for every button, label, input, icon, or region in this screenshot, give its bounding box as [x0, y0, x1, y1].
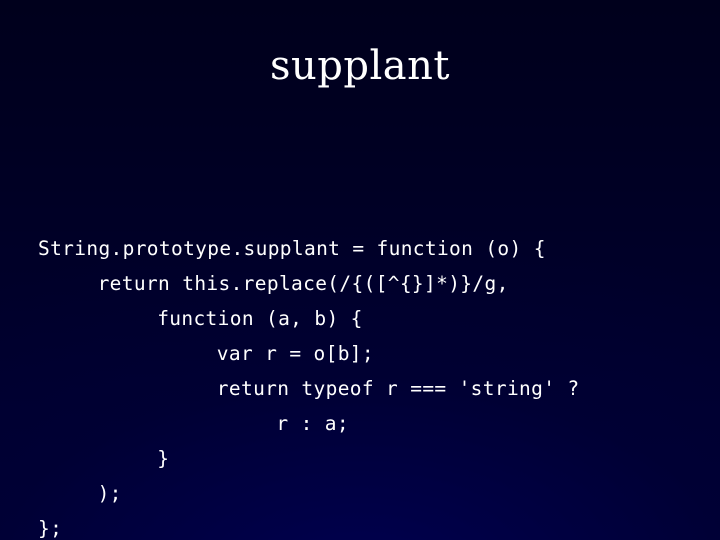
page-title: supplant: [270, 43, 450, 89]
code-line: r : a;: [276, 412, 349, 435]
code-line: return this.replace(/{([^{}]*)}/g,: [97, 272, 509, 295]
code-line: return typeof r === 'string' ?: [216, 377, 580, 400]
code-line: );: [97, 482, 122, 505]
slide: supplant String.prototype.supplant = fun…: [0, 0, 720, 540]
code-line: var r = o[b];: [216, 342, 374, 365]
code-block: String.prototype.supplant = function (o)…: [38, 126, 698, 540]
code-line: String.prototype.supplant = function (o)…: [38, 237, 546, 260]
code-line: function (a, b) {: [157, 307, 363, 330]
code-line: }: [157, 447, 170, 470]
code-line: };: [38, 517, 63, 540]
